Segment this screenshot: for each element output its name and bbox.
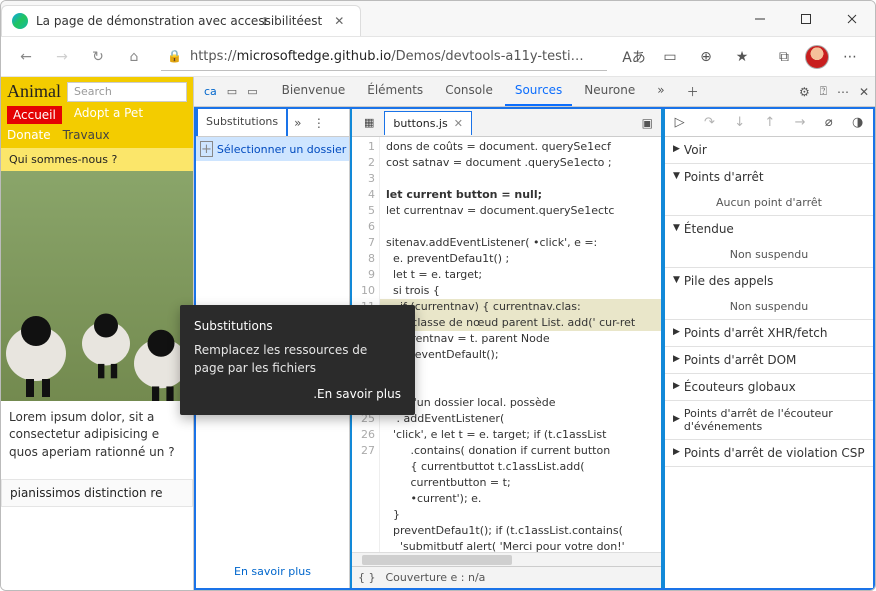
section-xhr-breakpoints[interactable]: ▶Points d'arrêt XHR/fetch: [665, 320, 873, 346]
url-text: https://microsoftedge.github.io/Demos/de…: [190, 49, 584, 64]
tab-neurone[interactable]: Neurone: [574, 77, 645, 106]
tab-title: La page de démonstration avec accessibil…: [36, 14, 322, 28]
code-editor-area[interactable]: dons de coûts = document. querySe1ecfcos…: [380, 137, 661, 552]
step-into-icon[interactable]: ↓: [734, 115, 745, 130]
page-logo: Animal: [7, 81, 61, 102]
nav-donate[interactable]: Donate: [7, 128, 51, 142]
edge-icon: [12, 13, 28, 29]
url-field[interactable]: 🔒 https://microsoftedge.github.io/Demos/…: [161, 43, 607, 71]
tab-add-icon[interactable]: ＋: [677, 77, 709, 106]
nav-adopt[interactable]: Adopt a Pet: [74, 106, 143, 124]
nav-travaux[interactable]: Travaux: [63, 128, 110, 142]
learn-more-link[interactable]: En savoir plus: [196, 555, 349, 588]
resume-icon[interactable]: ▷: [675, 115, 685, 130]
tab-substitutions[interactable]: Substitutions: [196, 107, 288, 136]
coverage-status: Couverture e : n/a: [386, 571, 486, 584]
window-titlebar: La page de démonstration avec accessibil…: [1, 1, 875, 37]
section-breakpoints[interactable]: ▼Points d'arrêt: [665, 164, 873, 190]
section-global-listeners[interactable]: ▶Écouteurs globaux: [665, 374, 873, 400]
nav-refresh-button[interactable]: ↻: [83, 49, 113, 65]
section-callstack[interactable]: ▼Pile des appels: [665, 268, 873, 294]
braces-icon[interactable]: { }: [358, 571, 376, 584]
section-csp-breakpoints[interactable]: ▶Points d'arrêt de violation CSP: [665, 440, 873, 466]
pause-on-exceptions-icon[interactable]: ◑: [852, 115, 863, 130]
profile-avatar[interactable]: [805, 45, 829, 69]
page-nav: Accueil Adopt a Pet Donate Travaux: [7, 102, 187, 148]
locale-badge[interactable]: ca: [200, 85, 221, 98]
tab-sources[interactable]: Sources: [505, 77, 572, 106]
step-over-icon[interactable]: ↷: [704, 115, 715, 130]
overrides-tooltip: Substitutions Remplacez les ressources d…: [180, 305, 415, 415]
scope-empty: Non suspendu: [665, 242, 873, 267]
tabs-overflow-icon[interactable]: »: [647, 77, 674, 106]
nav-home-button[interactable]: ⌂: [119, 49, 149, 65]
devtools-close-icon[interactable]: ✕: [859, 85, 869, 99]
page-hero-image: [1, 171, 193, 401]
tab-welcome[interactable]: Bienvenue: [272, 77, 356, 106]
rendered-page: Animal Search Accueil Adopt a Pet Donate…: [1, 77, 193, 590]
devtools-toolbar: ca ▭ ▭ Bienvenue Éléments Console Source…: [194, 77, 875, 107]
zoom-icon[interactable]: ⊕: [691, 49, 721, 65]
text-cursor: I: [263, 14, 267, 29]
tab-console[interactable]: Console: [435, 77, 503, 106]
feedback-icon[interactable]: ⍰: [820, 84, 827, 99]
section-event-listener-breakpoints[interactable]: ▶Points d'arrêt de l'écouteur d'événemen…: [665, 401, 873, 439]
step-out-icon[interactable]: ↑: [764, 115, 775, 130]
window-close-button[interactable]: [829, 1, 875, 36]
nav-forward-button[interactable]: →: [47, 49, 77, 65]
deactivate-breakpoints-icon[interactable]: ⌀: [825, 115, 833, 130]
reader-mode-icon[interactable]: Aあ: [619, 47, 649, 67]
tooltip-body: Remplacez les ressources de page par les…: [194, 341, 401, 377]
editor-files-icon[interactable]: ▦: [356, 111, 382, 134]
page-definition-card: pianissimos distinction re: [1, 479, 193, 507]
window-maximize-button[interactable]: [783, 1, 829, 36]
editor-footer: { } Couverture e : n/a: [352, 566, 661, 588]
debugger-sidebar: ▷ ↷ ↓ ↑ → ⌀ ◑ ▶Voir ▼Points d'arrêtAucun…: [663, 109, 873, 588]
tab-elements[interactable]: Éléments: [357, 77, 433, 106]
tooltip-title: Substitutions: [194, 317, 401, 335]
editor-toggle-sidebar-icon[interactable]: ▣: [638, 116, 657, 130]
add-folder-icon[interactable]: +: [200, 141, 213, 157]
section-scope[interactable]: ▼Étendue: [665, 216, 873, 242]
device-toolbar-icon[interactable]: ▭: [243, 85, 261, 98]
inspect-element-icon[interactable]: ▭: [223, 85, 241, 98]
tooltip-learn-more-link[interactable]: .En savoir plus: [194, 385, 401, 403]
window-minimize-button[interactable]: [737, 1, 783, 36]
address-bar: ← → ↻ ⌂ 🔒 https://microsoftedge.github.i…: [1, 37, 875, 77]
section-watch[interactable]: ▶Voir: [665, 137, 873, 163]
favorite-star-icon[interactable]: ★: [727, 49, 757, 65]
debugger-controls: ▷ ↷ ↓ ↑ → ⌀ ◑: [665, 109, 873, 137]
editor-tab-close-icon[interactable]: ✕: [454, 117, 463, 130]
editor-tab-active[interactable]: buttons.js ✕: [384, 111, 472, 135]
callstack-empty: Non suspendu: [665, 294, 873, 319]
step-icon[interactable]: →: [795, 115, 806, 130]
select-folder-row[interactable]: + Sélectionner un dossier po: [196, 137, 349, 161]
settings-gear-icon[interactable]: ⚙: [799, 85, 810, 99]
page-search-input[interactable]: Search: [67, 82, 187, 102]
breakpoints-empty: Aucun point d'arrêt: [665, 190, 873, 215]
menu-dots-icon[interactable]: ⋯: [835, 49, 865, 65]
browser-tab[interactable]: La page de démonstration avec accessibil…: [1, 5, 361, 36]
more-dots-icon[interactable]: ⋯: [837, 85, 849, 99]
editor-horizontal-scrollbar[interactable]: [352, 552, 661, 566]
lock-icon: 🔒: [167, 49, 182, 63]
section-dom-breakpoints[interactable]: ▶Points d'arrêt DOM: [665, 347, 873, 373]
page-lorem: Lorem ipsum dolor, sit a consectetur adi…: [1, 401, 193, 469]
nav-back-button[interactable]: ←: [11, 49, 41, 65]
nav-accueil[interactable]: Accueil: [7, 106, 62, 124]
collections-icon[interactable]: ⧉: [769, 49, 799, 65]
immersive-reader-icon[interactable]: ▭: [655, 49, 685, 65]
navigator-overflow-icon[interactable]: » ⋮: [288, 109, 331, 136]
page-who-heading: Qui sommes-nous ?: [1, 148, 193, 171]
tab-close-icon[interactable]: ✕: [330, 14, 348, 28]
